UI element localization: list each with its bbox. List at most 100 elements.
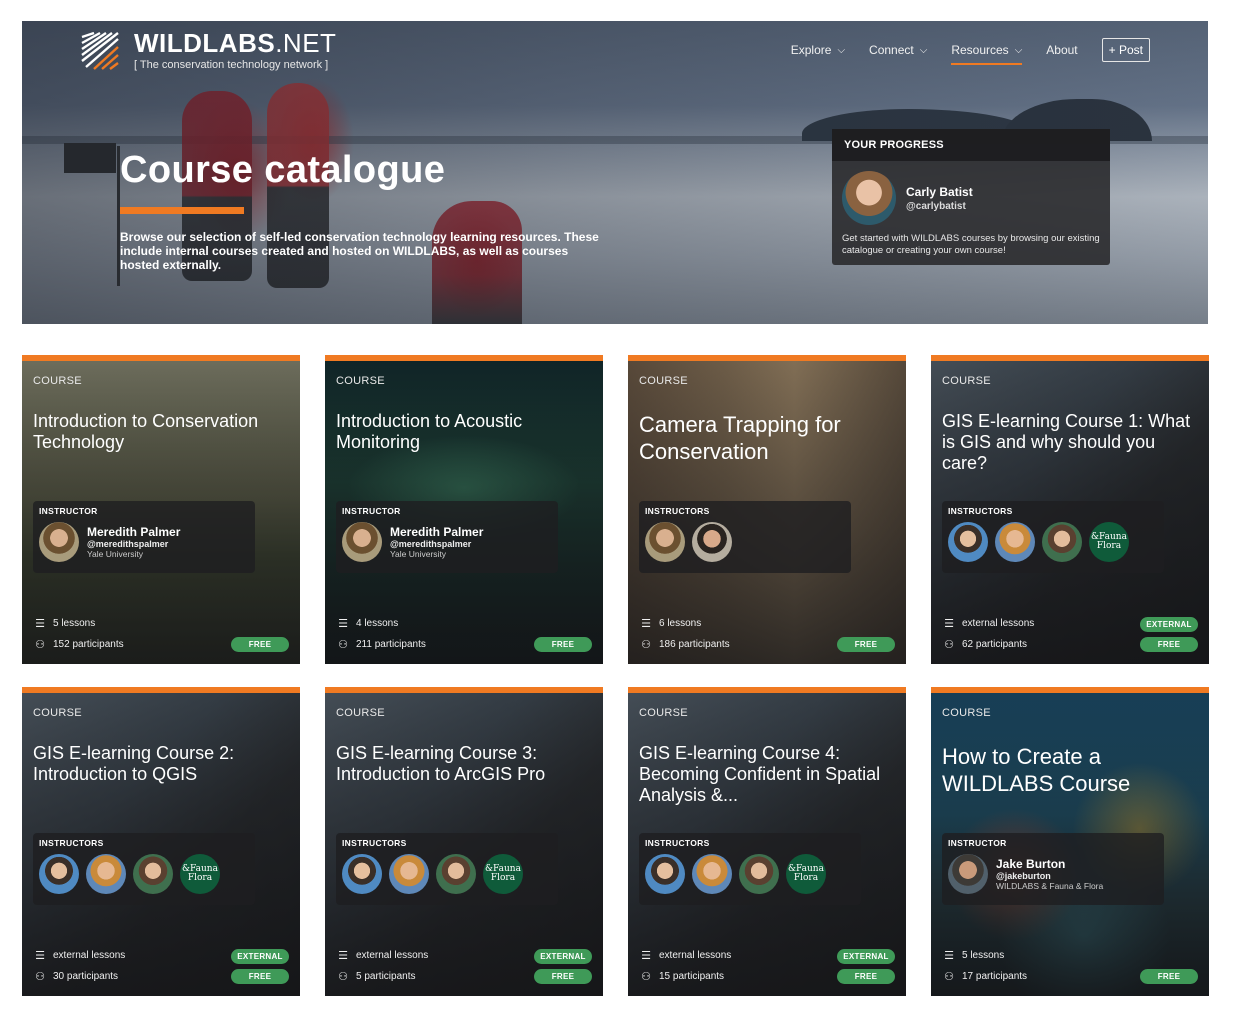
free-badge: FREE — [1140, 969, 1198, 984]
avatar[interactable] — [133, 854, 173, 894]
participant-count: ⚇ 30 participants — [33, 970, 118, 983]
progress-user-names: Carly Batist @carlybatist — [906, 185, 973, 212]
avatar[interactable] — [739, 854, 779, 894]
instructor-row[interactable]: Jake Burton @jakeburton WILDLABS & Fauna… — [942, 848, 1164, 894]
title-underline — [120, 207, 244, 214]
fauna-flora-logo[interactable]: &Fauna Flora — [786, 854, 826, 894]
site-logo[interactable]: WILDLABS.NET [ The conservation technolo… — [80, 29, 336, 71]
user-name: Carly Batist — [906, 184, 973, 199]
course-card[interactable]: COURSE GIS E-learning Course 3: Introduc… — [325, 687, 603, 996]
instructor-details: Meredith Palmer @meredithspalmer Yale Un… — [390, 525, 483, 559]
course-title[interactable]: Camera Trapping for Conservation — [639, 411, 896, 465]
avatar[interactable] — [389, 854, 429, 894]
course-kind: COURSE — [336, 375, 385, 387]
participant-count: ⚇ 152 participants — [33, 638, 124, 651]
course-card[interactable]: COURSE GIS E-learning Course 2: Introduc… — [22, 687, 300, 996]
course-card[interactable]: COURSE Introduction to Acoustic Monitori… — [325, 355, 603, 664]
users-icon: ⚇ — [641, 971, 651, 983]
instructor-name: Jake Burton — [996, 857, 1066, 871]
course-card[interactable]: COURSE How to Create a WILDLABS Course I… — [931, 687, 1209, 996]
avatar[interactable] — [645, 522, 685, 562]
brand-tagline: [ The conservation technology network ] — [134, 59, 329, 71]
free-badge: FREE — [837, 969, 895, 984]
avatar — [342, 522, 382, 562]
course-card[interactable]: COURSE Camera Trapping for Conservation … — [628, 355, 906, 664]
avatar[interactable] — [342, 854, 382, 894]
course-title[interactable]: GIS E-learning Course 1: What is GIS and… — [942, 411, 1199, 474]
list-icon: ☰ — [944, 618, 954, 630]
users-icon: ⚇ — [35, 639, 45, 651]
instructor-panel: INSTRUCTOR Meredith Palmer @meredithspal… — [33, 501, 255, 573]
instructor-name: Meredith Palmer — [87, 525, 181, 539]
avatar[interactable] — [692, 522, 732, 562]
external-badge: EXTERNAL — [231, 949, 289, 964]
avatar — [842, 171, 896, 225]
users-icon: ⚇ — [338, 639, 348, 651]
instructor-name: Meredith Palmer — [390, 525, 484, 539]
nav-resources[interactable]: Resources ⌵ — [951, 37, 1022, 65]
fauna-flora-logo[interactable]: &Fauna Flora — [180, 854, 220, 894]
course-title[interactable]: Introduction to Acoustic Monitoring — [336, 411, 593, 453]
fauna-flora-logo[interactable]: &Fauna Flora — [483, 854, 523, 894]
lesson-count: ☰ 5 lessons — [942, 949, 1004, 962]
instructor-handle: @meredithspalmer — [390, 539, 472, 549]
lesson-count: ☰ 4 lessons — [336, 617, 398, 630]
page-title: Course catalogue — [120, 149, 446, 191]
nav-connect[interactable]: Connect ⌵ — [869, 37, 927, 63]
instructor-label: INSTRUCTOR — [342, 506, 401, 516]
external-badge: EXTERNAL — [1140, 617, 1198, 632]
course-title[interactable]: Introduction to Conservation Technology — [33, 411, 290, 453]
instructor-label: INSTRUCTOR — [948, 838, 1007, 848]
avatar[interactable] — [436, 854, 476, 894]
lesson-count: ☰ external lessons — [942, 617, 1034, 630]
list-icon: ☰ — [35, 950, 45, 962]
page-description: Browse our selection of self-led conserv… — [120, 230, 599, 272]
avatar[interactable] — [39, 854, 79, 894]
course-kind: COURSE — [942, 375, 991, 387]
course-title[interactable]: GIS E-learning Course 3: Introduction to… — [336, 743, 593, 785]
free-badge: FREE — [534, 637, 592, 652]
course-card[interactable]: COURSE Introduction to Conservation Tech… — [22, 355, 300, 664]
instructor-panel: INSTRUCTORS — [639, 501, 851, 573]
nav-about[interactable]: About — [1046, 37, 1077, 63]
participant-count: ⚇ 211 participants — [336, 638, 426, 651]
instructor-row[interactable]: Meredith Palmer @meredithspalmer Yale Un… — [336, 516, 558, 562]
progress-description: Get started with WILDLABS courses by bro… — [842, 233, 1100, 256]
free-badge: FREE — [534, 969, 592, 984]
participant-count: ⚇ 5 participants — [336, 970, 415, 983]
instructor-label: INSTRUCTORS — [645, 506, 710, 516]
avatar[interactable] — [948, 522, 988, 562]
instructor-details: Jake Burton @jakeburton WILDLABS & Fauna… — [996, 857, 1103, 891]
avatar[interactable] — [86, 854, 126, 894]
participant-count: ⚇ 62 participants — [942, 638, 1027, 651]
course-title[interactable]: GIS E-learning Course 2: Introduction to… — [33, 743, 290, 785]
chevron-down-icon: ⌵ — [919, 44, 928, 56]
course-title[interactable]: How to Create a WILDLABS Course — [942, 743, 1199, 797]
course-title[interactable]: GIS E-learning Course 4: Becoming Confid… — [639, 743, 896, 806]
fauna-flora-logo[interactable]: &Fauna Flora — [1089, 522, 1129, 562]
avatar[interactable] — [1042, 522, 1082, 562]
progress-user[interactable]: Carly Batist @carlybatist — [832, 161, 1110, 225]
avatar[interactable] — [645, 854, 685, 894]
instructor-row: &Fauna Flora — [639, 848, 861, 894]
participant-count: ⚇ 17 participants — [942, 970, 1027, 983]
nav-explore[interactable]: Explore ⌵ — [791, 37, 845, 63]
instructor-label: INSTRUCTORS — [342, 838, 407, 848]
instructor-panel: INSTRUCTORS &Fauna Flora — [33, 833, 255, 905]
instructor-row: &Fauna Flora — [33, 848, 255, 894]
course-card[interactable]: COURSE GIS E-learning Course 4: Becoming… — [628, 687, 906, 996]
instructor-org: Yale University — [390, 549, 447, 559]
users-icon: ⚇ — [338, 971, 348, 983]
free-badge: FREE — [1140, 637, 1198, 652]
avatar[interactable] — [995, 522, 1035, 562]
avatar — [948, 854, 988, 894]
course-kind: COURSE — [336, 707, 385, 719]
list-icon: ☰ — [641, 950, 651, 962]
avatar[interactable] — [692, 854, 732, 894]
main-nav: Explore ⌵ Connect ⌵ Resources ⌵ About + Pos… — [791, 37, 1150, 65]
instructor-row[interactable]: Meredith Palmer @meredithspalmer Yale Un… — [33, 516, 255, 562]
course-card[interactable]: COURSE GIS E-learning Course 1: What is … — [931, 355, 1209, 664]
course-kind: COURSE — [639, 375, 688, 387]
post-button[interactable]: + Post — [1101, 38, 1150, 62]
list-icon: ☰ — [35, 618, 45, 630]
